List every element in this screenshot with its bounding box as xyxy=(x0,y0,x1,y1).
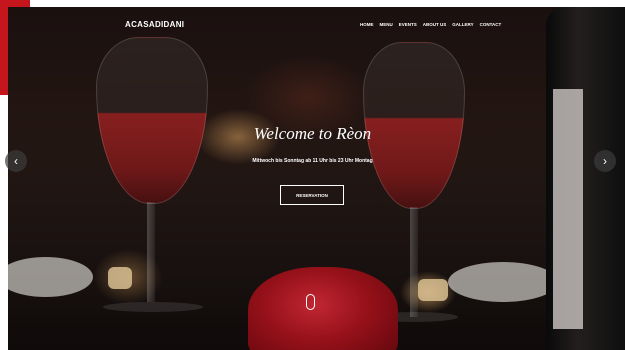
reservation-button[interactable]: RESERVATION xyxy=(280,185,344,205)
nav-home[interactable]: HOME xyxy=(360,22,374,27)
nav-menu[interactable]: MENU xyxy=(380,22,393,27)
nav-events[interactable]: EVENTS xyxy=(399,22,417,27)
hero-subtitle: Mittwoch bis Sonntag ab 11 Uhr bis 23 Uh… xyxy=(252,158,373,164)
nav-about-us[interactable]: ABOUT US xyxy=(423,22,447,27)
nav-contact[interactable]: CONTACT xyxy=(480,22,502,27)
mouse-scroll-icon[interactable] xyxy=(306,294,315,310)
hero-title: Welcome to Rèon xyxy=(253,124,372,143)
nav-gallery[interactable]: GALLERY xyxy=(452,22,473,27)
site-logo[interactable]: ACASADIDANI xyxy=(125,20,184,29)
main-nav: HOME MENU EVENTS ABOUT US GALLERY CONTAC… xyxy=(360,22,501,27)
hero-overlay xyxy=(8,7,625,350)
hero-background xyxy=(8,7,625,350)
chevron-right-icon[interactable]: › xyxy=(594,150,616,172)
chevron-left-icon[interactable]: ‹ xyxy=(5,150,27,172)
